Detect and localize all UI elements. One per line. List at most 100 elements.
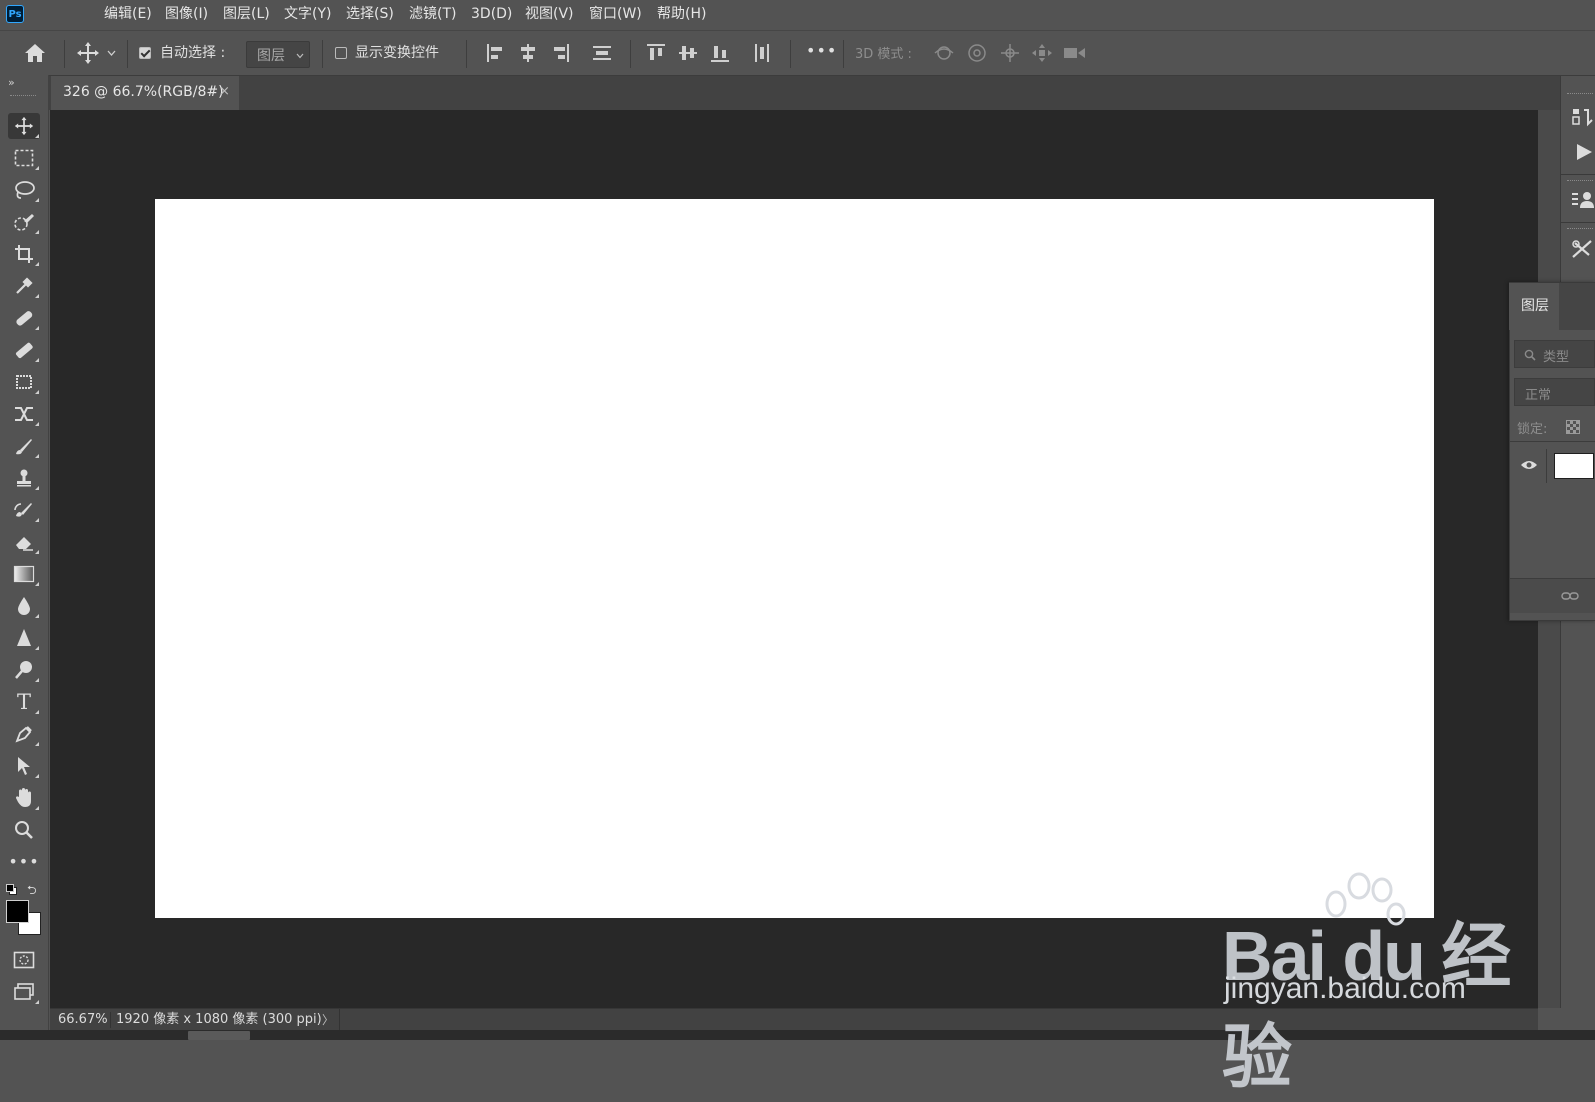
move-tool[interactable] xyxy=(8,113,40,139)
panel-grip[interactable] xyxy=(10,95,36,98)
history-brush-tool[interactable] xyxy=(8,497,40,523)
close-tab-icon[interactable]: × xyxy=(219,76,230,108)
horizontal-scroll-thumb[interactable] xyxy=(188,1031,250,1040)
document-info: 1920 像素 x 1080 像素 (300 ppi) xyxy=(116,1012,322,1027)
type-tool[interactable]: T xyxy=(8,689,40,715)
sharpen-tool[interactable] xyxy=(8,625,40,651)
show-transform-checkbox[interactable] xyxy=(335,47,347,59)
chevron-down-icon[interactable] xyxy=(107,50,116,56)
default-colors-icon[interactable] xyxy=(6,884,17,895)
shuffle-arrows-icon xyxy=(15,407,33,421)
layers-tab[interactable]: 图层 xyxy=(1509,283,1559,330)
gradient-tool[interactable] xyxy=(8,561,40,587)
marquee-tool[interactable] xyxy=(8,145,40,171)
align-right-edges-icon[interactable] xyxy=(550,43,570,63)
dodge-icon xyxy=(15,661,32,679)
more-options-icon[interactable]: ••• xyxy=(806,41,837,60)
align-bottom-edges-icon[interactable] xyxy=(710,43,730,63)
baidu-jingyan-watermark: Bai du 经验 jingyan.baidu.com xyxy=(1222,872,1522,1096)
foreground-color-swatch[interactable] xyxy=(6,900,29,923)
slide-3d-icon[interactable] xyxy=(1031,43,1053,63)
move-tool-icon[interactable] xyxy=(76,41,100,65)
pen-nib-icon xyxy=(15,726,32,743)
bandage-icon xyxy=(16,311,33,326)
distribute-horizontal-icon[interactable] xyxy=(752,43,772,63)
photoshop-logo[interactable]: Ps xyxy=(6,5,24,23)
blend-mode-value: 正常 xyxy=(1525,388,1552,403)
adjustments-panel-icon[interactable] xyxy=(1571,238,1595,260)
document-canvas[interactable] xyxy=(155,199,1434,918)
align-top-edges-icon[interactable] xyxy=(646,43,666,63)
document-tab[interactable]: 326 @ 66.7%(RGB/8#) × xyxy=(51,76,239,110)
align-vertical-centers-icon[interactable] xyxy=(678,43,698,63)
eyedropper-icon xyxy=(16,277,33,294)
eraser-tool[interactable] xyxy=(8,529,40,555)
swap-colors-icon[interactable]: ⮌ xyxy=(27,881,37,902)
menu-3d[interactable]: 3D(D) xyxy=(471,0,512,29)
edit-toolbar-button[interactable]: ••• xyxy=(8,849,40,875)
orbit-3d-icon[interactable] xyxy=(933,43,955,63)
blur-tool[interactable] xyxy=(8,593,40,619)
menu-layer[interactable]: 图层(L) xyxy=(223,0,270,29)
layer-thumbnail[interactable] xyxy=(1554,453,1594,479)
menu-window[interactable]: 窗口(W) xyxy=(589,0,642,29)
align-horizontal-centers-icon[interactable] xyxy=(518,43,538,63)
menu-bar: Ps 编辑(E) 图像(I) 图层(L) 文字(Y) 选择(S) 滤镜(T) 3… xyxy=(0,0,1595,31)
path-selection-arrow-icon xyxy=(18,757,30,775)
menu-view[interactable]: 视图(V) xyxy=(525,0,574,29)
history-panel-icon[interactable] xyxy=(1572,106,1595,128)
brush-healing-tool[interactable] xyxy=(8,337,40,363)
panel-grip[interactable] xyxy=(1567,93,1593,96)
menu-help[interactable]: 帮助(H) xyxy=(657,0,706,29)
more-tools-icon: ••• xyxy=(8,852,40,871)
link-layers-icon[interactable] xyxy=(1561,591,1579,601)
path-selection-tool[interactable] xyxy=(8,753,40,779)
auto-select-target-dropdown[interactable]: 图层 xyxy=(246,41,310,68)
pen-tool[interactable] xyxy=(8,721,40,747)
zoom-tool[interactable] xyxy=(8,817,40,843)
hand-tool[interactable] xyxy=(8,785,40,811)
collapse-panel-icon[interactable]: » xyxy=(8,76,15,89)
dodge-tool[interactable] xyxy=(8,657,40,683)
layer-filter-search[interactable]: 类型 xyxy=(1514,340,1595,368)
document-tab-strip xyxy=(49,76,1560,110)
spot-healing-brush-tool[interactable] xyxy=(8,305,40,331)
hand-icon xyxy=(16,788,31,807)
scale-3d-camera-icon[interactable] xyxy=(1063,43,1089,63)
clone-stamp-tool[interactable] xyxy=(8,465,40,491)
properties-panel-icon[interactable] xyxy=(1571,190,1595,212)
menu-filter[interactable]: 滤镜(T) xyxy=(409,0,456,29)
content-aware-move-tool[interactable] xyxy=(8,369,40,395)
magnifier-icon xyxy=(15,821,33,839)
menu-edit[interactable]: 编辑(E) xyxy=(104,0,152,29)
quick-selection-tool[interactable] xyxy=(8,209,40,235)
transform-tool[interactable] xyxy=(8,401,40,427)
panel-grip[interactable] xyxy=(1567,228,1593,231)
lasso-tool[interactable] xyxy=(8,177,40,203)
home-icon[interactable] xyxy=(23,42,47,64)
brush-tool[interactable] xyxy=(8,433,40,459)
search-icon xyxy=(1524,349,1536,361)
quick-mask-button[interactable] xyxy=(8,947,40,973)
screen-mode-button[interactable] xyxy=(8,979,40,1005)
menu-type[interactable]: 文字(Y) xyxy=(284,0,331,29)
layers-panel-tab-strip xyxy=(1559,283,1595,330)
eyedropper-tool[interactable] xyxy=(8,273,40,299)
status-menu-arrow-icon[interactable]: 〉 xyxy=(322,1009,334,1031)
crop-tool[interactable] xyxy=(8,241,40,267)
tools-panel: » T ••• ⮌ xyxy=(0,75,49,1040)
pan-3d-icon[interactable] xyxy=(999,43,1021,63)
panel-grip[interactable] xyxy=(1567,180,1593,183)
zoom-level[interactable]: 66.67% xyxy=(58,1009,108,1031)
blend-mode-dropdown[interactable]: 正常 xyxy=(1514,378,1595,406)
align-left-edges-icon[interactable] xyxy=(486,43,506,63)
actions-play-icon[interactable] xyxy=(1574,142,1595,162)
auto-select-checkbox[interactable] xyxy=(139,47,151,59)
distribute-vertical-icon[interactable] xyxy=(592,43,612,63)
lock-transparent-pixels-icon[interactable] xyxy=(1566,420,1580,434)
menu-image[interactable]: 图像(I) xyxy=(165,0,208,29)
eye-visibility-icon[interactable] xyxy=(1520,459,1538,471)
brush-icon xyxy=(16,439,32,455)
menu-select[interactable]: 选择(S) xyxy=(346,0,394,29)
roll-3d-icon[interactable] xyxy=(966,43,988,63)
